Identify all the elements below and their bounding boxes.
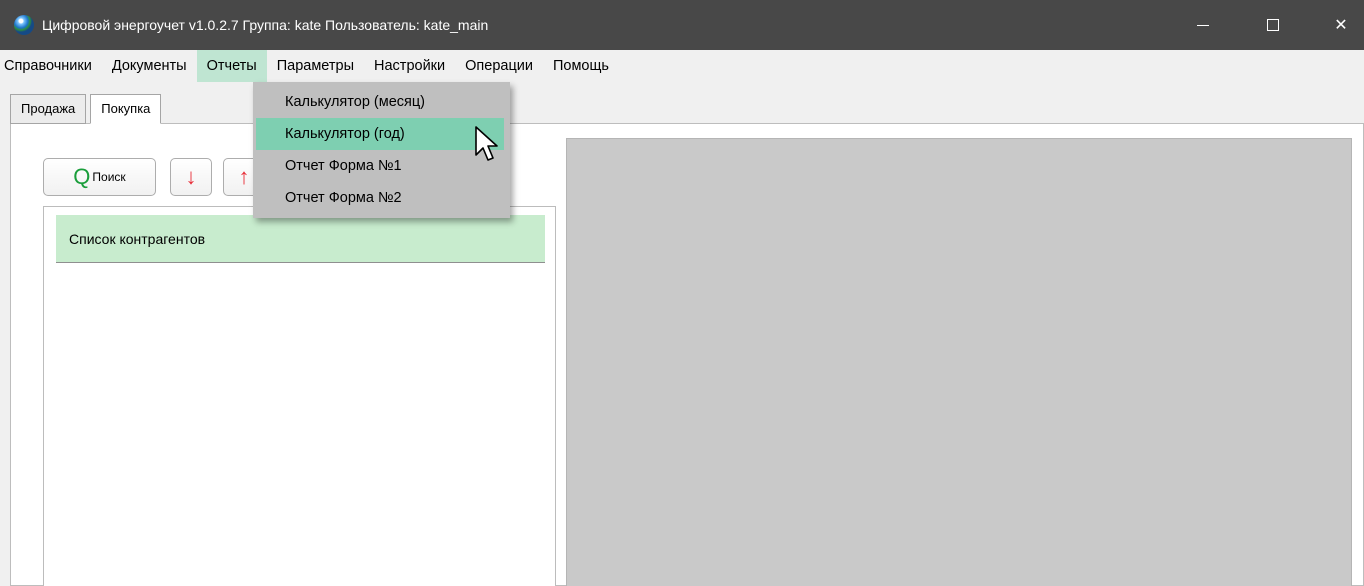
globe-icon — [14, 15, 34, 35]
menu-operations[interactable]: Операции — [455, 50, 543, 82]
menu-documents[interactable]: Документы — [102, 50, 197, 82]
minimize-icon — [1197, 24, 1209, 26]
move-down-button[interactable]: ↓ — [170, 158, 212, 196]
title-bar: Цифровой энергоучет v1.0.2.7 Группа: kat… — [0, 0, 1364, 50]
search-button[interactable]: Q Поиск — [43, 158, 156, 196]
tab-sale[interactable]: Продажа — [10, 94, 87, 124]
arrow-up-icon: ↑ — [238, 164, 250, 189]
details-panel — [566, 138, 1352, 586]
tab-strip: Продажа Покупка — [10, 94, 162, 124]
menu-directories[interactable]: Справочники — [0, 50, 102, 82]
menu-help[interactable]: Помощь — [543, 50, 619, 82]
maximize-icon — [1267, 19, 1279, 31]
reports-dropdown: Калькулятор (месяц) Калькулятор (год) От… — [253, 82, 510, 218]
minimize-button[interactable] — [1180, 0, 1226, 50]
menu-item-calculator-year[interactable]: Калькулятор (год) — [256, 118, 504, 150]
window-title: Цифровой энергоучет v1.0.2.7 Группа: kat… — [42, 17, 489, 33]
search-button-label: Поиск — [92, 170, 126, 184]
close-icon: ✕ — [1334, 17, 1348, 34]
menu-item-calculator-month[interactable]: Калькулятор (месяц) — [253, 86, 510, 118]
maximize-button[interactable] — [1250, 0, 1296, 50]
menu-bar: Справочники Документы Отчеты Параметры Н… — [0, 50, 1364, 82]
work-area: Продажа Покупка Q Поиск ↓ ↑ Список контр… — [0, 82, 1364, 586]
mouse-cursor-icon — [475, 126, 498, 161]
tab-purchase[interactable]: Покупка — [90, 94, 162, 124]
menu-item-report-form-1[interactable]: Отчет Форма №1 — [253, 150, 510, 182]
close-button[interactable]: ✕ — [1318, 0, 1364, 50]
menu-parameters[interactable]: Параметры — [267, 50, 364, 82]
contractors-list-header: Список контрагентов — [56, 215, 545, 263]
search-icon: Q — [73, 164, 91, 189]
menu-reports[interactable]: Отчеты — [196, 50, 267, 82]
arrow-down-icon: ↓ — [185, 164, 197, 189]
menu-settings[interactable]: Настройки — [364, 50, 455, 82]
menu-item-report-form-2[interactable]: Отчет Форма №2 — [253, 182, 510, 214]
contractors-list[interactable]: Список контрагентов — [43, 206, 556, 586]
